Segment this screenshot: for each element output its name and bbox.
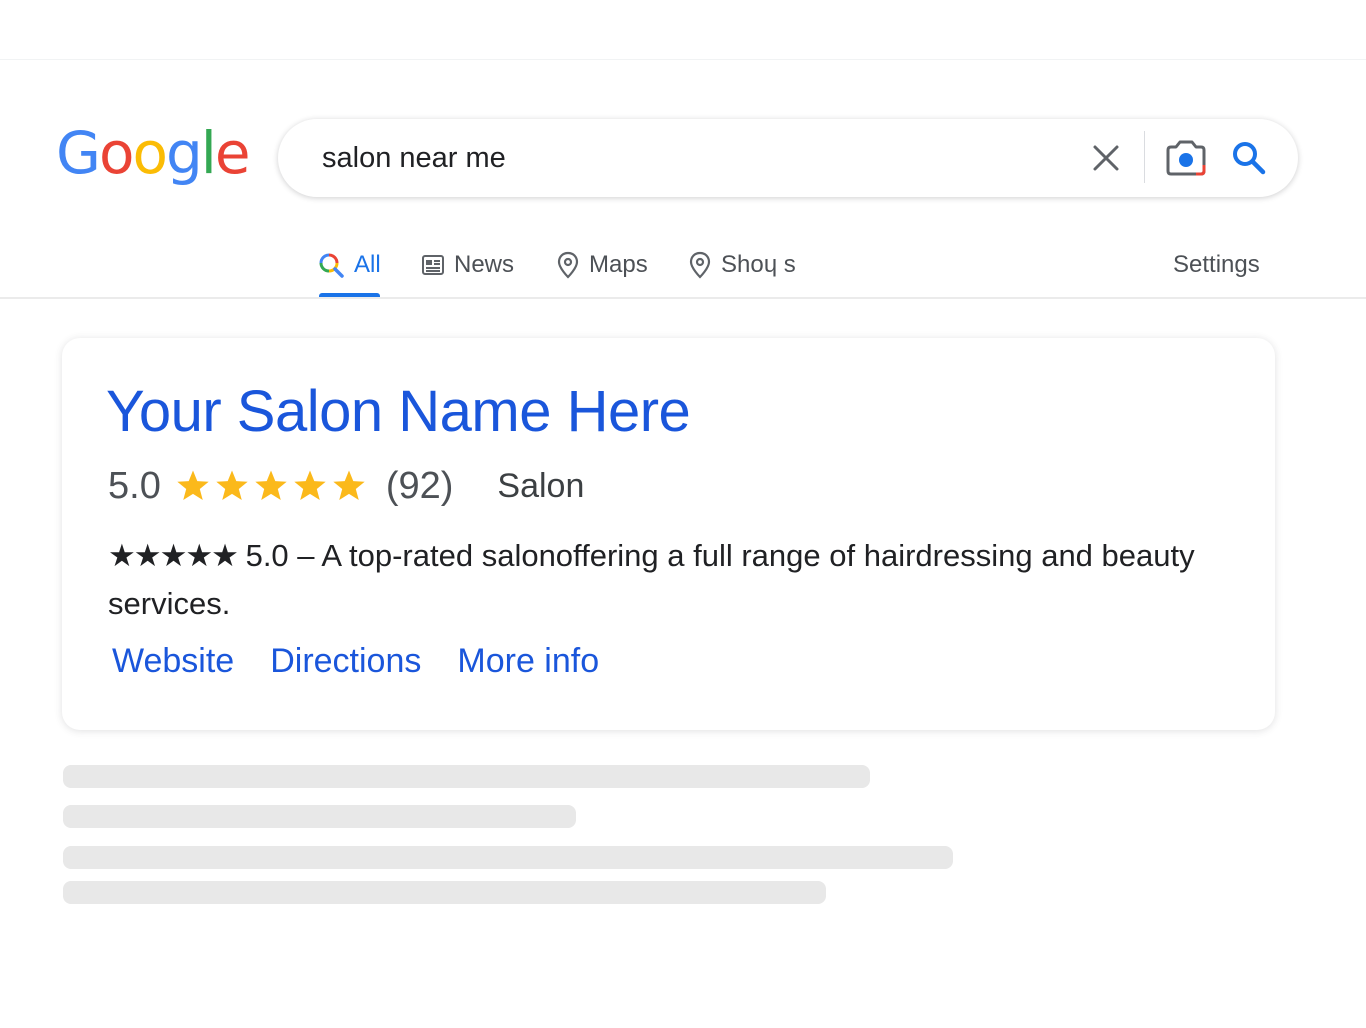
logo-letter: l — [200, 119, 217, 187]
tab-news[interactable]: News — [421, 248, 514, 282]
search-box — [278, 119, 1298, 197]
loading-placeholder-line — [63, 881, 826, 904]
business-title[interactable]: Your Salon Name Here — [106, 378, 691, 445]
star-rating — [175, 469, 370, 503]
review-count[interactable]: (92) — [386, 465, 454, 508]
loading-placeholder-line — [63, 805, 576, 828]
tab-label: Maps — [589, 251, 648, 278]
star-icon — [333, 470, 365, 501]
star-icon — [177, 470, 209, 501]
top-divider — [0, 59, 1366, 60]
tabs-divider — [0, 297, 1366, 299]
rating-value: 5.0 — [108, 464, 161, 507]
google-logo[interactable]: Google — [56, 119, 251, 187]
description-text: 5.0 – A top-rated salonoffering a full r… — [108, 538, 1195, 621]
tab-maps[interactable]: Maps — [556, 248, 648, 282]
star-icon — [255, 470, 287, 501]
directions-link[interactable]: Directions — [270, 642, 421, 681]
tab-label: Shoɥ s — [721, 251, 796, 278]
more-info-link[interactable]: More info — [457, 642, 599, 681]
website-link[interactable]: Website — [112, 642, 234, 681]
map-pin-icon — [689, 251, 711, 279]
search-divider — [1144, 131, 1145, 183]
result-links: Website Directions More info — [112, 642, 635, 681]
star-icon — [216, 470, 248, 501]
logo-letter: o — [132, 119, 167, 187]
search-tabs: All News Maps Shoɥ s Settings — [0, 240, 1366, 298]
tab-shopping[interactable]: Shoɥ s — [688, 248, 796, 282]
settings-label: Settings — [1173, 251, 1260, 278]
map-pin-icon — [557, 251, 579, 279]
business-category: Salon — [497, 466, 585, 505]
loading-placeholder-line — [63, 846, 953, 869]
star-icon — [294, 470, 326, 501]
business-description: ★★★★★ 5.0 – A top-rated salonoffering a … — [108, 532, 1208, 628]
search-multicolor-icon — [319, 253, 344, 278]
description-stars: ★★★★★ — [108, 538, 239, 573]
logo-letter: o — [98, 119, 134, 187]
logo-letter: g — [165, 119, 203, 187]
loading-placeholder-line — [63, 765, 870, 788]
news-icon — [422, 255, 444, 275]
logo-letter: e — [214, 119, 251, 187]
image-search-button[interactable] — [1166, 139, 1206, 177]
logo-letter: G — [56, 119, 101, 187]
search-input[interactable] — [322, 137, 1042, 179]
clear-search-button[interactable] — [1090, 142, 1122, 174]
tab-label: News — [454, 251, 515, 278]
search-button[interactable] — [1230, 139, 1268, 177]
settings-link[interactable]: Settings — [1173, 248, 1260, 282]
rating-row: 5.0 (92) Salon — [108, 462, 584, 510]
business-result-card: Your Salon Name Here 5.0 (92) Salon ★★★★… — [62, 338, 1275, 730]
search-icon — [1233, 142, 1266, 175]
tab-label: All — [354, 251, 381, 278]
tab-all[interactable]: All — [319, 248, 381, 282]
camera-icon — [1166, 140, 1206, 176]
close-icon — [1093, 145, 1119, 171]
